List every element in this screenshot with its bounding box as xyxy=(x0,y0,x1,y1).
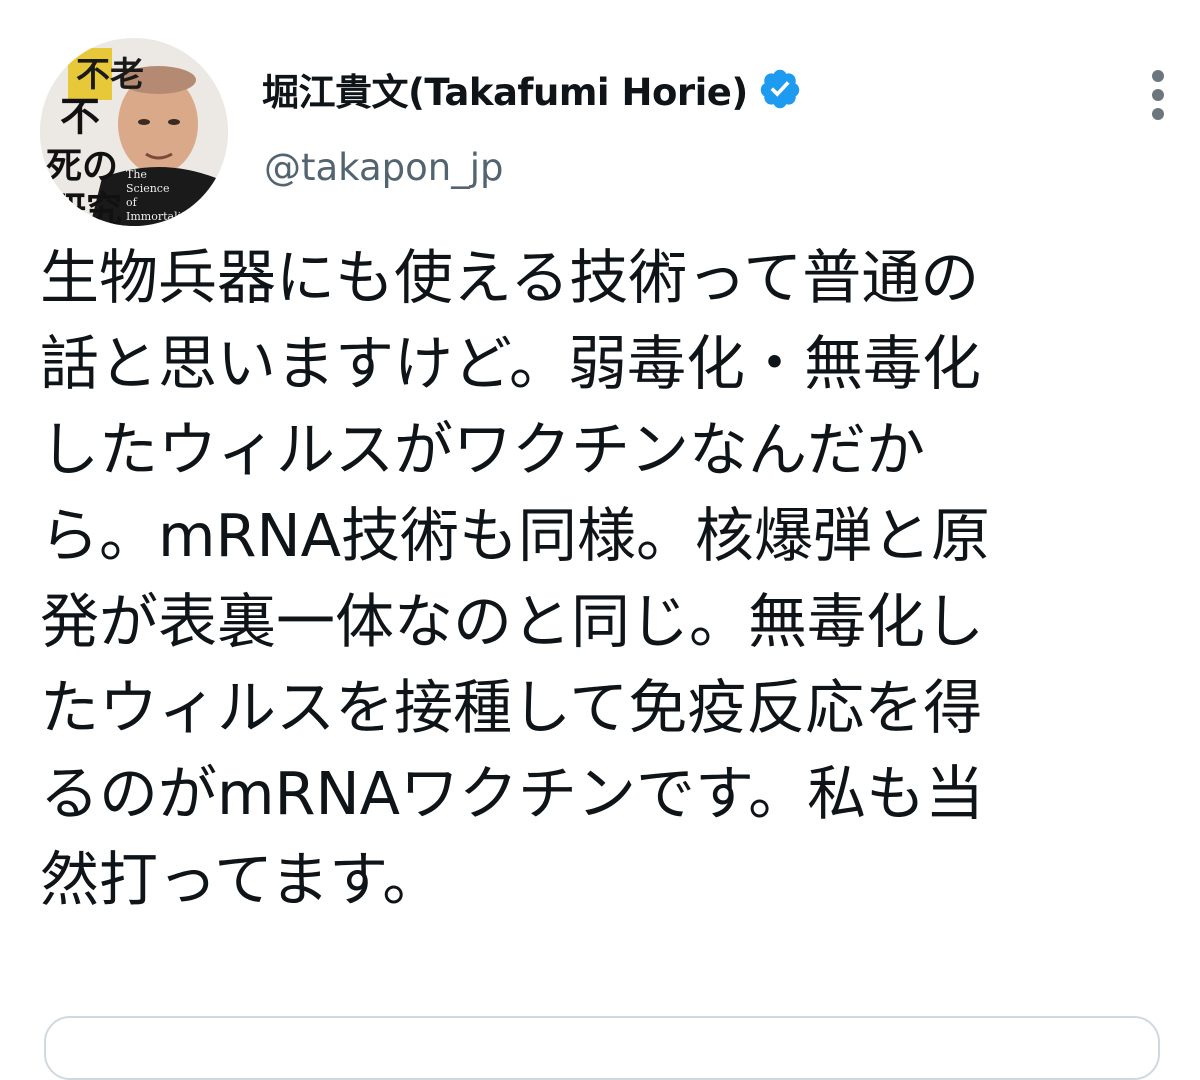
more-dot xyxy=(1152,89,1164,101)
display-name[interactable]: 堀江貴文(Takafumi Horie) xyxy=(262,62,748,116)
more-options-icon[interactable] xyxy=(1138,64,1178,126)
avatar-cover-text: Immortality xyxy=(126,210,193,223)
author-name-row[interactable]: 堀江貴文(Takafumi Horie) xyxy=(262,62,802,116)
avatar-cover-text: 研究 xyxy=(50,189,122,226)
author-handle[interactable]: @takapon_jp xyxy=(264,146,503,189)
tweet-text: 生物兵器にも使える技術って普通の 話と思いますけど。弱毒化・無毒化 したウィルス… xyxy=(40,235,1180,923)
avatar-cover-text: The xyxy=(126,168,147,181)
more-dot xyxy=(1152,108,1164,120)
avatar-cover-text: 死の xyxy=(46,145,118,187)
tweet-text-line: るのがmRNAワクチンです。私も当 xyxy=(40,759,985,828)
tweet-text-line: したウィルスがワクチンなんだか xyxy=(40,415,926,484)
avatar[interactable]: 不老 不 死の 研究 The Science of Immortality xyxy=(40,38,228,226)
tweet-text-line: たウィルスを接種して免疫反応を得 xyxy=(40,673,983,742)
tweet-text-line: 生物兵器にも使える技術って普通の xyxy=(40,243,980,312)
tweet-text-line: ら。mRNA技術も同様。核爆弾と原 xyxy=(40,501,990,570)
tweet-text-line: 然打ってます。 xyxy=(40,845,442,914)
tweet-text-line: 話と思いますけど。弱毒化・無毒化 xyxy=(40,329,982,398)
avatar-cover-text: of xyxy=(126,196,138,209)
tweet-text-line: 発が表裏一体なのと同じ。無毒化し xyxy=(40,587,985,656)
avatar-cover-text: 不老 xyxy=(76,55,144,95)
quoted-card-edge[interactable] xyxy=(44,1016,1160,1080)
more-dot xyxy=(1152,70,1164,82)
avatar-cover-text: Science xyxy=(126,182,169,195)
avatar-cover-text: 不 xyxy=(60,93,100,140)
avatar-image: 不老 不 死の 研究 The Science of Immortality xyxy=(40,38,228,226)
tweet: 不老 不 死の 研究 The Science of Immortality 堀江… xyxy=(0,0,1200,1080)
verified-badge-icon xyxy=(758,67,802,111)
